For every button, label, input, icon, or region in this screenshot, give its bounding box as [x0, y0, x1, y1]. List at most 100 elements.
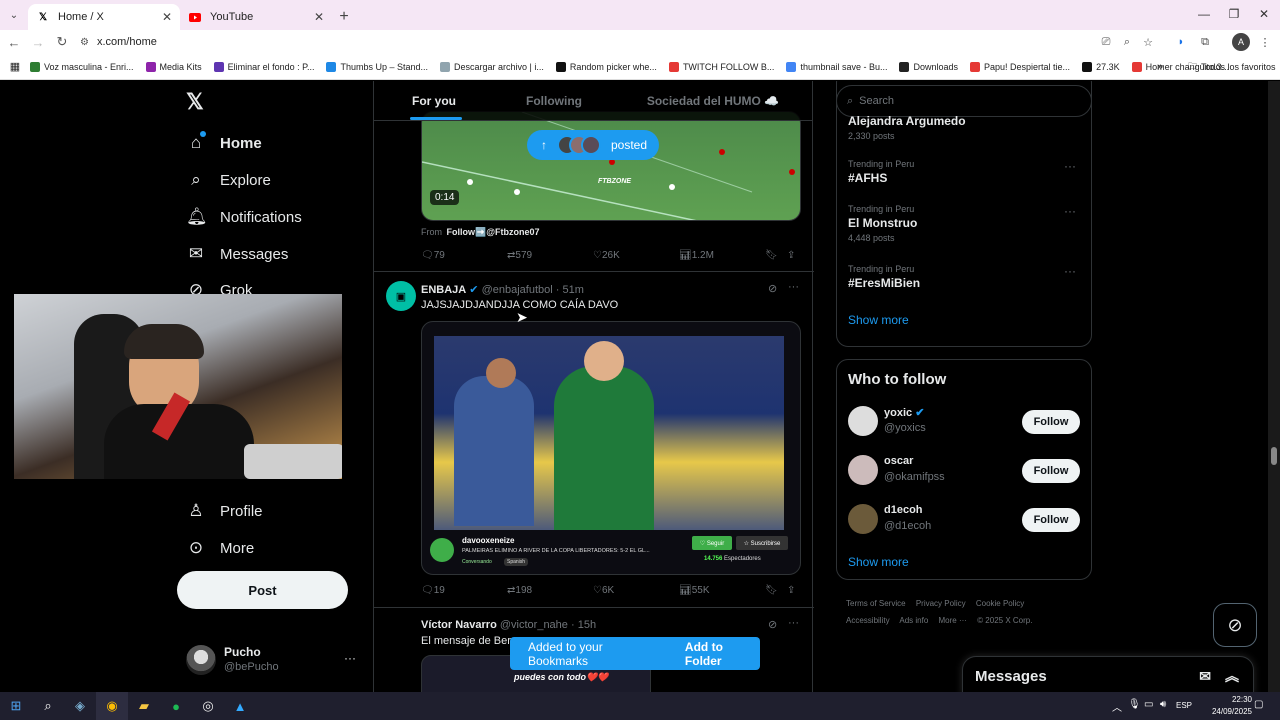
reply-button[interactable]: 🗨︎ 79 [421, 250, 445, 261]
tab-search-icon[interactable]: ⌄ [0, 0, 28, 30]
follow-show-more-link[interactable]: Show more [848, 555, 909, 569]
tweet-video[interactable]: davooxeneize PALMEIRAS ELIMINO A RIVER D… [421, 321, 801, 575]
profile-avatar-icon[interactable]: A [1232, 33, 1250, 51]
bookmark-item[interactable]: Downloads [899, 61, 958, 72]
footer-link[interactable]: Terms of Service [846, 599, 906, 608]
browser-tab-youtube[interactable]: YouTube ✕ [180, 4, 332, 30]
bookmark-button[interactable]: 🔖︎ [765, 585, 778, 596]
microphone-icon[interactable]: 🎙︎ [1128, 699, 1141, 710]
chrome-icon[interactable]: ◉ [96, 692, 128, 720]
obs-icon[interactable]: ◎ [192, 692, 224, 720]
tweet-time[interactable]: · 15h [571, 619, 596, 631]
windows-start-icon[interactable]: ⊞ [0, 692, 32, 720]
nav-home[interactable]: ⌂ Home [186, 131, 262, 153]
views-button[interactable]: 📊︎ 1.2M [679, 250, 714, 261]
nav-messages[interactable]: ✉ Messages [186, 244, 289, 264]
file-explorer-icon[interactable]: ▰ [128, 692, 160, 720]
x-logo-icon[interactable]: 𝕏 [186, 89, 204, 115]
bookmark-item[interactable]: 27.3K [1082, 61, 1120, 72]
network-icon[interactable]: ▭ [1144, 699, 1153, 710]
account-switcher[interactable]: Pucho @bePucho ··· [186, 643, 366, 683]
bookmark-item[interactable]: Media Kits [145, 61, 202, 72]
tab-sociedad-del-humo[interactable]: Sociedad del HUMO ☁️ [614, 81, 812, 120]
more-dots-icon[interactable]: ··· [1064, 159, 1076, 173]
author-name[interactable]: Víctor Navarro [421, 619, 497, 631]
tweet-time[interactable]: · 51m [556, 284, 584, 296]
follow-suggestion[interactable]: d1ecoh @d1ecoh Follow [848, 500, 1080, 540]
avatar[interactable]: ▣ [386, 281, 416, 311]
expand-drawer-icon[interactable]: ︽ [1225, 666, 1239, 686]
language-indicator[interactable]: ESP [1176, 701, 1192, 710]
minimize-button[interactable]: — [1188, 0, 1220, 28]
more-dots-icon[interactable]: ··· [1064, 264, 1076, 278]
notifications-icon[interactable]: ▢ [1254, 699, 1263, 710]
author-name[interactable]: ENBAJA [421, 284, 466, 296]
footer-link[interactable]: Ads info [899, 616, 928, 625]
zoom-icon[interactable]: ⌕ [1118, 33, 1136, 51]
like-button[interactable]: ♡ 26K [593, 250, 620, 261]
reload-button[interactable]: ↻ [50, 30, 74, 54]
tweet-video[interactable]: FTBZONE 0:14 [421, 111, 801, 221]
tab-following[interactable]: Following [494, 81, 614, 120]
grok-floating-button[interactable]: ⊘ [1213, 603, 1257, 647]
bookmark-item[interactable]: Random picker whe... [555, 61, 657, 72]
nav-more[interactable]: ⊙ More [186, 538, 254, 558]
share-button[interactable]: ⇪ [787, 585, 795, 596]
new-message-icon[interactable]: ✉ [1199, 668, 1211, 685]
restore-button[interactable]: ❐ [1218, 0, 1250, 28]
bookmark-star-icon[interactable]: ☆ [1139, 33, 1157, 51]
url-field[interactable]: ⚙ x.com/home [80, 30, 1160, 54]
follow-suggestion[interactable]: oscar @okamifpss Follow [848, 451, 1080, 491]
follow-button[interactable]: Follow [1022, 459, 1080, 483]
browser-tab-x[interactable]: 𝕏 Home / X ✕ [28, 4, 180, 30]
more-dots-icon[interactable]: ··· [788, 617, 799, 629]
site-info-icon[interactable]: ⚙ [80, 37, 89, 48]
apps-grid-icon[interactable]: ▦ [0, 60, 30, 73]
from-user-link[interactable]: Follow➡️@Ftbzone07 [447, 227, 540, 237]
more-bookmarks-icon[interactable]: » [1157, 61, 1163, 73]
close-window-button[interactable]: ✕ [1248, 0, 1280, 28]
forward-button[interactable]: → [26, 30, 50, 54]
more-dots-icon[interactable]: ··· [788, 281, 799, 293]
reply-button[interactable]: 🗨︎ 19 [421, 585, 445, 596]
nav-notifications[interactable]: 🔔︎ Notifications [186, 207, 302, 227]
bookmark-item[interactable]: TWITCH FOLLOW B... [668, 61, 774, 72]
show-hidden-icons[interactable]: ︿ [1112, 699, 1122, 714]
grok-icon[interactable]: ⊘ [768, 618, 777, 631]
more-dots-icon[interactable]: ··· [344, 651, 356, 665]
stream-follow-button[interactable]: ♡ Seguir [692, 536, 732, 550]
more-dots-icon[interactable]: ··· [1064, 204, 1076, 218]
bookmark-item[interactable]: Eliminar el fondo : P... [213, 61, 314, 72]
follow-suggestion[interactable]: yoxic ✔ @yoxics Follow [848, 402, 1080, 442]
trends-show-more-link[interactable]: Show more [848, 313, 909, 327]
trend-item[interactable]: Alejandra Argumedo 2,330 posts [848, 112, 1080, 141]
back-button[interactable]: ← [2, 30, 26, 54]
copilot-icon[interactable]: ◈ [64, 692, 96, 720]
trend-item[interactable]: Trending in Peru #EresMiBien ··· [848, 264, 1080, 290]
new-posts-pill[interactable]: ↑ posted [527, 130, 659, 160]
extensions-icon[interactable]: ⧉ [1196, 33, 1214, 51]
repost-button[interactable]: ⇄ 198 [507, 585, 532, 596]
post-button[interactable]: Post [177, 571, 348, 609]
author-handle[interactable]: @victor_nahe [500, 619, 568, 631]
app-icon[interactable]: ▲ [224, 692, 256, 720]
bookmark-item[interactable]: Papu! Despiertal tie... [970, 61, 1070, 72]
footer-link[interactable]: Cookie Policy [976, 599, 1024, 608]
page-scrollbar[interactable] [1268, 81, 1280, 692]
repost-button[interactable]: ⇄ 579 [507, 250, 532, 261]
search-icon[interactable]: ⌕ [32, 692, 64, 720]
follow-button[interactable]: Follow [1022, 410, 1080, 434]
new-tab-button[interactable]: + [332, 4, 356, 30]
tab-for-you[interactable]: For you [374, 81, 494, 120]
volume-icon[interactable]: 🔊︎ [1160, 699, 1166, 710]
bookmark-button[interactable]: 🔖︎ [765, 250, 778, 261]
nav-explore[interactable]: ⌕ Explore [186, 170, 271, 190]
add-to-folder-button[interactable]: Add to Folder [685, 640, 760, 668]
spotify-icon[interactable]: ● [160, 692, 192, 720]
system-clock[interactable]: 22:30 24/09/2025 [1212, 694, 1252, 718]
scrollbar-thumb[interactable] [1271, 447, 1277, 465]
trend-item[interactable]: Trending in Peru #AFHS ··· [848, 159, 1080, 185]
close-tab-icon[interactable]: ✕ [314, 10, 324, 24]
bookmark-item[interactable]: thumbnail save - Bu... [786, 61, 887, 72]
stream-subscribe-button[interactable]: ☆ Suscribirse [736, 536, 788, 550]
